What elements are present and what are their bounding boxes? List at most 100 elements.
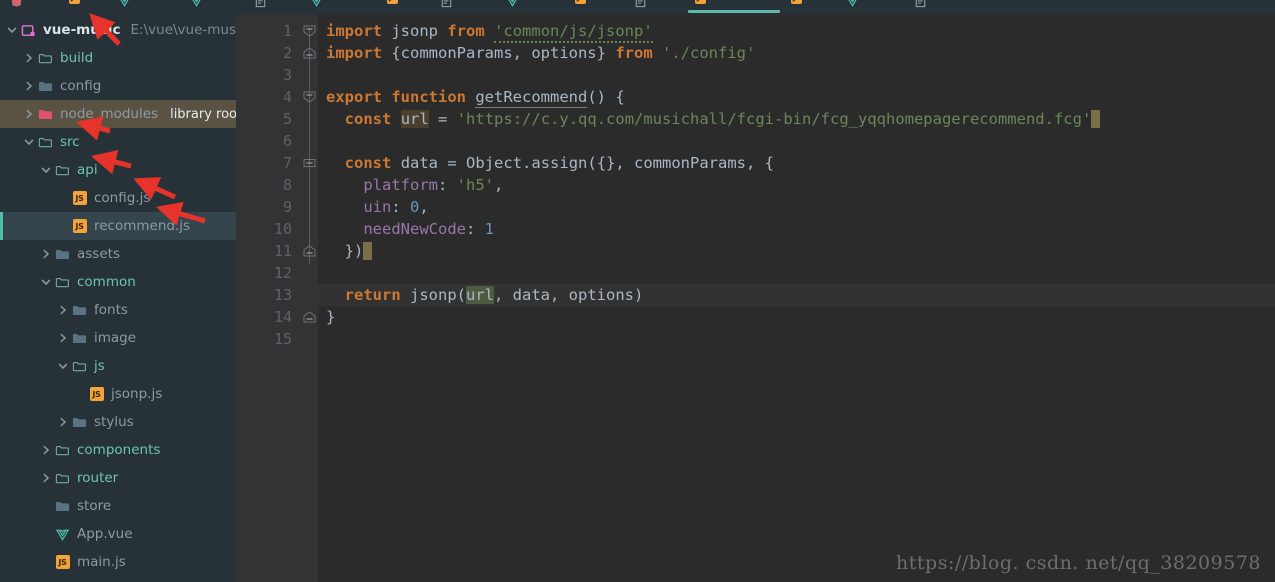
token-value-h5: 'h5': [456, 176, 494, 194]
tree-item-icon: [71, 331, 88, 346]
chevron-right-icon[interactable]: [57, 416, 69, 428]
fold-end-icon[interactable]: [303, 245, 316, 257]
chevron-down-icon[interactable]: [23, 136, 35, 148]
fold-collapse-icon[interactable]: [303, 157, 316, 169]
chevron-down-icon[interactable]: [40, 164, 52, 176]
editor-tab[interactable]: [904, 0, 964, 14]
tree-expander[interactable]: [40, 276, 52, 288]
tree-item-icon: JS: [71, 191, 88, 206]
tree-expander[interactable]: [57, 332, 69, 344]
tree-expander[interactable]: [57, 304, 69, 316]
tree-item-config-js[interactable]: JS config.js: [0, 184, 236, 212]
fold-collapse-icon[interactable]: [303, 91, 316, 103]
tree-item-js[interactable]: js: [0, 352, 236, 380]
chevron-down-icon[interactable]: [6, 24, 18, 36]
tree-expander[interactable]: [23, 108, 35, 120]
tree-item-main-js[interactable]: JS main.js: [0, 548, 236, 576]
editor-tab[interactable]: JS: [566, 0, 624, 14]
editor-tab[interactable]: [180, 0, 244, 14]
code-line-2: import {commonParams, options} from './c…: [318, 42, 1275, 64]
chevron-right-icon[interactable]: [40, 472, 52, 484]
code-line-13: return jsonp(url, data, options): [318, 284, 1275, 306]
tree-item-assets[interactable]: assets: [0, 240, 236, 268]
tree-item-common[interactable]: common: [0, 268, 236, 296]
fold-end-icon[interactable]: [303, 311, 316, 323]
tree-item-router[interactable]: router: [0, 464, 236, 492]
editor-tab[interactable]: [300, 0, 378, 14]
line-number: 5: [282, 110, 292, 128]
doc-file-icon: [635, 0, 646, 7]
chevron-right-icon[interactable]: [40, 248, 52, 260]
editor-tab[interactable]: [244, 0, 300, 14]
project-tree-panel[interactable]: vue-music E:\vue\vue-music build config node…: [0, 14, 236, 582]
tree-item-recommend-js[interactable]: JS recommend.js: [0, 212, 236, 240]
editor-tab[interactable]: [624, 0, 686, 14]
editor-tab[interactable]: [430, 0, 496, 14]
editor-tab[interactable]: [496, 0, 566, 14]
chevron-down-icon[interactable]: [57, 360, 69, 372]
line-number: 8: [282, 176, 292, 194]
vue-file-icon: [848, 0, 857, 7]
fold-end-icon[interactable]: [303, 47, 316, 59]
token-import: import: [326, 44, 382, 62]
editor-tab[interactable]: JS: [686, 0, 782, 14]
tree-expander[interactable]: [23, 80, 35, 92]
tree-item-app-vue[interactable]: App.vue: [0, 520, 236, 548]
token-arg-url: url: [466, 286, 495, 304]
tree-expander[interactable]: [6, 24, 18, 36]
tree-item-label: jsonp.js: [111, 385, 163, 402]
chevron-right-icon[interactable]: [23, 52, 35, 64]
tree-expander[interactable]: [57, 416, 69, 428]
tree-expander[interactable]: [23, 136, 35, 148]
editor-tab[interactable]: JS: [60, 0, 108, 14]
tree-item-fonts[interactable]: fonts: [0, 296, 236, 324]
tree-item-label: node_modules: [60, 105, 159, 122]
editor-tab[interactable]: [108, 0, 180, 14]
chevron-right-icon[interactable]: [40, 444, 52, 456]
project-icon: [21, 24, 35, 36]
tree-item-api[interactable]: api: [0, 156, 236, 184]
tree-item-image[interactable]: image: [0, 324, 236, 352]
editor-tab-strip[interactable]: JS JS JS JS JS: [0, 0, 1275, 14]
js-file-icon: JS: [695, 0, 706, 4]
tree-expander[interactable]: [40, 472, 52, 484]
code-folding-column[interactable]: [302, 14, 318, 582]
tree-expander[interactable]: [40, 444, 52, 456]
tree-item-components[interactable]: components: [0, 436, 236, 464]
tree-expander[interactable]: [40, 248, 52, 260]
chevron-right-icon[interactable]: [23, 80, 35, 92]
folder-source-icon: [55, 165, 69, 175]
editor-tab[interactable]: JS: [378, 0, 430, 14]
token-import: import: [326, 22, 382, 40]
tree-item-vue-music[interactable]: vue-music E:\vue\vue-music: [0, 16, 236, 44]
tree-item-icon: [37, 135, 54, 150]
code-content[interactable]: import jsonp from 'common/js/jsonp' impo…: [318, 14, 1275, 582]
tree-item-jsonp-js[interactable]: JS jsonp.js: [0, 380, 236, 408]
tree-item-node-modules[interactable]: node_modules library root: [0, 100, 236, 128]
chevron-down-icon[interactable]: [40, 276, 52, 288]
editor-tab[interactable]: [0, 0, 60, 14]
editor-tab[interactable]: JS: [782, 0, 836, 14]
chevron-right-icon[interactable]: [57, 304, 69, 316]
tree-item-static[interactable]: static: [0, 576, 236, 582]
fold-collapse-icon[interactable]: [303, 25, 316, 37]
code-editor[interactable]: 1 2 3 4 5 6 7 8 9 10 11 12 13 14 15 impo…: [236, 14, 1275, 582]
tree-item-icon: [71, 303, 88, 318]
chevron-right-icon[interactable]: [23, 108, 35, 120]
js-file-icon: JS: [69, 0, 80, 4]
token-close-function: }: [326, 308, 336, 326]
js-file-icon: JS: [575, 0, 586, 4]
tree-item-config[interactable]: config: [0, 72, 236, 100]
token-jsonp: jsonp: [391, 22, 439, 40]
tree-expander[interactable]: [40, 164, 52, 176]
chevron-right-icon[interactable]: [57, 332, 69, 344]
tree-expander[interactable]: [57, 360, 69, 372]
token-object-assign: Object.assign({}, commonParams, {: [466, 154, 774, 172]
editor-tab[interactable]: [836, 0, 904, 14]
tree-item-store[interactable]: store: [0, 492, 236, 520]
tree-item-src[interactable]: src: [0, 128, 236, 156]
tree-item-stylus[interactable]: stylus: [0, 408, 236, 436]
tree-item-build[interactable]: build: [0, 44, 236, 72]
tree-expander[interactable]: [23, 52, 35, 64]
